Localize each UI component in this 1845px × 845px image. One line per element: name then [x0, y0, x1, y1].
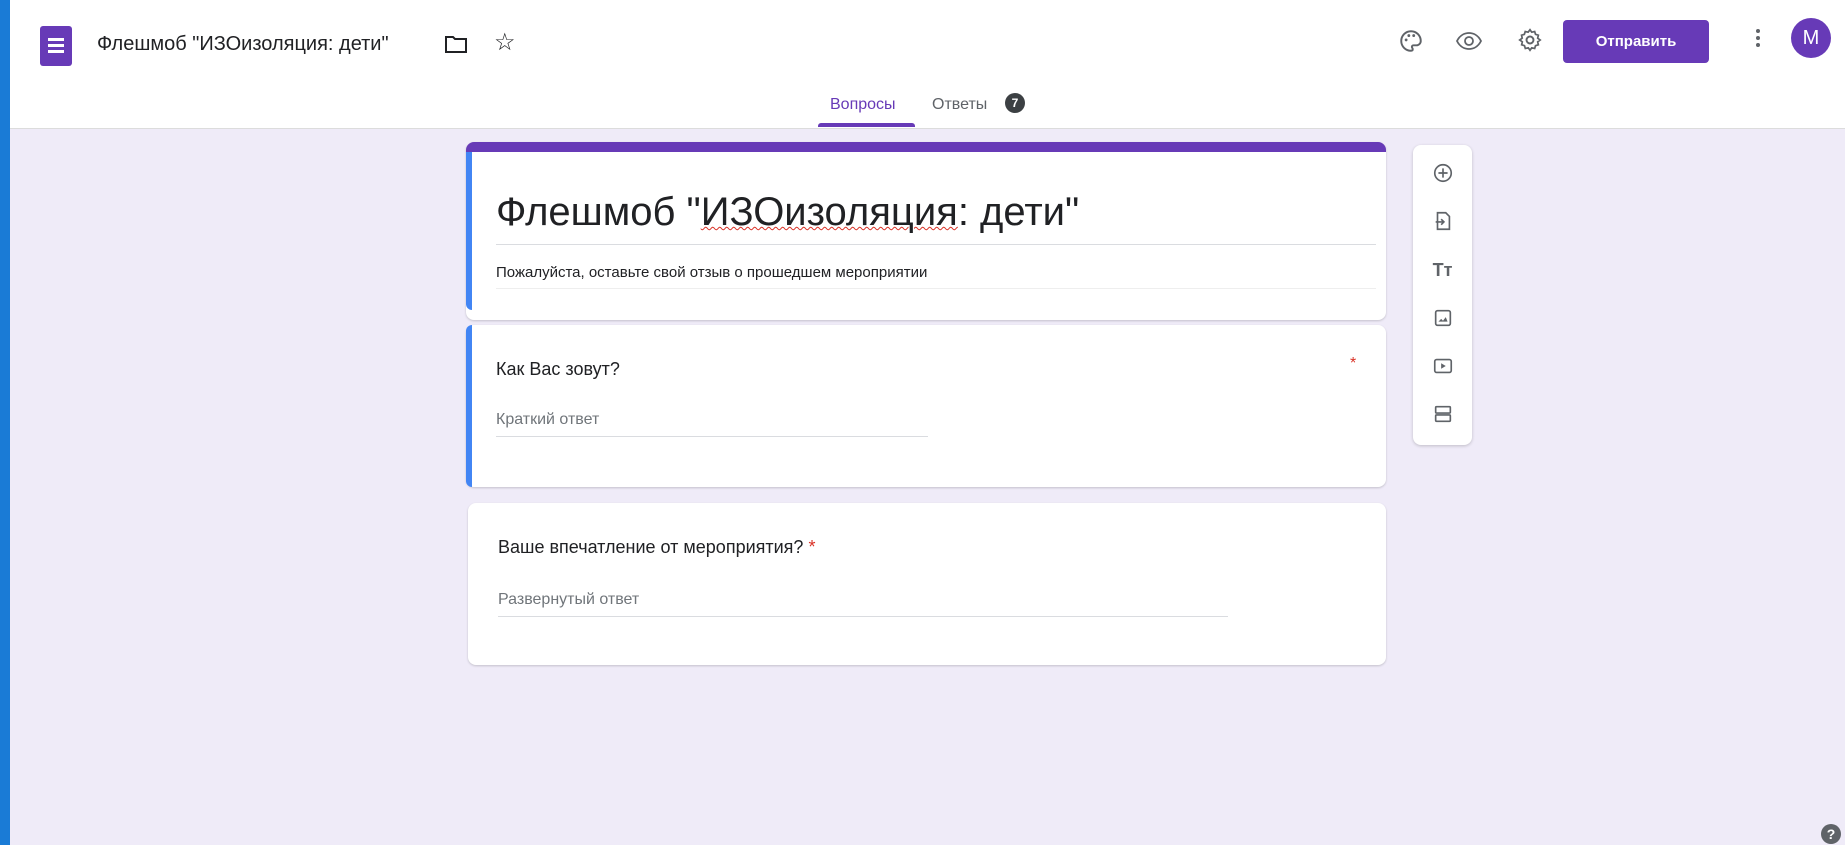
- add-image-icon[interactable]: [1413, 302, 1472, 334]
- short-answer-placeholder: Краткий ответ: [496, 411, 600, 428]
- paragraph-answer-placeholder: Развернутый ответ: [498, 591, 640, 608]
- import-questions-icon[interactable]: [1413, 205, 1472, 237]
- add-title-icon[interactable]: Tт: [1413, 254, 1472, 286]
- tab-responses[interactable]: Ответы: [932, 96, 987, 114]
- question-title[interactable]: Как Вас зовут?: [496, 359, 620, 380]
- tab-questions[interactable]: Вопросы: [830, 96, 896, 114]
- add-video-icon[interactable]: [1413, 350, 1472, 382]
- document-title[interactable]: Флешмоб "ИЗОизоляция: дети": [97, 33, 389, 56]
- active-tab-indicator: [818, 123, 915, 127]
- more-vert-icon[interactable]: [1754, 26, 1762, 54]
- form-description[interactable]: Пожалуйста, оставьте свой отзыв о прошед…: [496, 264, 927, 281]
- title-divider: [496, 244, 1376, 245]
- settings-gear-icon[interactable]: [1517, 27, 1543, 57]
- add-section-icon[interactable]: [1413, 398, 1472, 430]
- star-icon[interactable]: ☆: [494, 31, 516, 55]
- palette-icon[interactable]: [1398, 28, 1424, 58]
- top-bar: Флешмоб "ИЗОизоляция: дети" ☆ Отправить …: [10, 0, 1845, 129]
- question-title[interactable]: Ваше впечатление от мероприятия? *: [498, 537, 815, 558]
- folder-icon[interactable]: [444, 33, 468, 59]
- form-side-toolbar: Tт: [1413, 145, 1472, 445]
- help-icon[interactable]: ?: [1821, 824, 1841, 844]
- required-asterisk: *: [1350, 355, 1357, 372]
- answer-underline: [496, 436, 928, 437]
- app-frame: Флешмоб "ИЗОизоляция: дети" ☆ Отправить …: [10, 0, 1845, 845]
- spellcheck-word: ИЗОизоляция: [700, 190, 958, 234]
- form-title[interactable]: Флешмоб "ИЗОизоляция: дети": [496, 190, 1079, 235]
- required-asterisk: *: [808, 537, 816, 557]
- form-header-card[interactable]: Флешмоб "ИЗОизоляция: дети" Пожалуйста, …: [466, 142, 1386, 320]
- avatar[interactable]: M: [1791, 18, 1831, 58]
- description-divider: [496, 288, 1376, 289]
- focus-accent: [466, 152, 472, 310]
- responses-count-badge: 7: [1005, 93, 1025, 113]
- answer-underline: [498, 616, 1228, 617]
- preview-eye-icon[interactable]: [1455, 28, 1483, 58]
- send-button[interactable]: Отправить: [1563, 20, 1709, 63]
- question-card[interactable]: Как Вас зовут? * Краткий ответ: [466, 325, 1386, 487]
- focus-accent: [466, 325, 472, 487]
- add-question-icon[interactable]: [1413, 157, 1472, 189]
- forms-app-icon[interactable]: [40, 26, 72, 66]
- question-card[interactable]: Ваше впечатление от мероприятия? * Разве…: [468, 503, 1386, 665]
